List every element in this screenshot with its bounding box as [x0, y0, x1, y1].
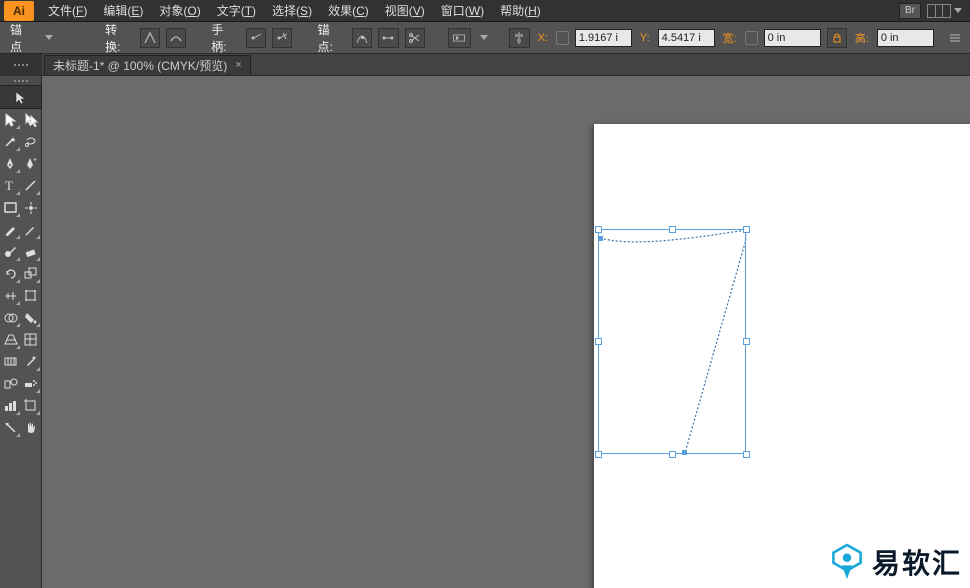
direct-selection-tool[interactable] [0, 108, 21, 130]
symbol-sprayer-tool[interactable] [21, 372, 42, 394]
canvas[interactable]: 易软汇 [42, 76, 970, 588]
menu-s[interactable]: 选择(S) [264, 0, 320, 22]
tool-panel: +T [0, 76, 42, 588]
h-label: 高: [855, 30, 869, 46]
toolpanel-grip[interactable] [0, 76, 41, 86]
menu-e[interactable]: 编辑(E) [95, 0, 151, 22]
selection-bounds [598, 229, 746, 454]
menu-f[interactable]: 文件(F) [40, 0, 95, 22]
document-tab-title: 未标题-1* @ 100% (CMYK/预览) [53, 57, 227, 74]
free-transform-tool[interactable] [21, 284, 42, 306]
menu-w[interactable]: 窗口(W) [433, 0, 492, 22]
handle-w[interactable] [595, 338, 602, 345]
wh-lock-icon[interactable] [827, 28, 847, 48]
slice-tool[interactable] [0, 416, 21, 438]
anchor-dropdown-icon[interactable] [42, 35, 53, 40]
w-label: 宽: [723, 30, 737, 46]
paintbrush-tool[interactable] [0, 218, 21, 240]
blob-brush-tool[interactable] [0, 240, 21, 262]
scale-tool[interactable] [21, 262, 42, 284]
magic-wand-tool[interactable] [0, 130, 21, 152]
svg-text:+: + [33, 157, 37, 164]
eraser-tool[interactable] [21, 240, 42, 262]
shape-builder-tool[interactable] [0, 306, 21, 328]
menu-h[interactable]: 帮助(H) [492, 0, 549, 22]
document-tabbar: 未标题-1* @ 100% (CMYK/预览) × [0, 54, 970, 76]
type-tool[interactable]: T [0, 174, 21, 196]
arrange-documents-button[interactable] [927, 4, 962, 18]
add-anchor-tool[interactable]: + [21, 152, 42, 174]
selection-tool[interactable] [0, 86, 41, 108]
handles-label: 手柄: [207, 21, 240, 55]
document-tab[interactable]: 未标题-1* @ 100% (CMYK/预览) × [44, 55, 251, 75]
column-graph-tool[interactable] [0, 394, 21, 416]
convert-label: 转换: [101, 21, 134, 55]
control-bar: 锚点 转换: 手柄: 锚点: X: 1.9167 i Y: 4.5417 i 宽… [0, 22, 970, 54]
close-tab-icon[interactable]: × [235, 59, 241, 71]
rotate-tool[interactable] [0, 262, 21, 284]
align-button[interactable] [509, 28, 529, 48]
anchor-start[interactable] [598, 236, 603, 241]
convert-corner-button[interactable] [140, 28, 160, 48]
rectangle-tool[interactable] [0, 196, 21, 218]
handle-se[interactable] [743, 451, 750, 458]
menu-v[interactable]: 视图(V) [377, 0, 433, 22]
handle-n[interactable] [669, 226, 676, 233]
hand-tool[interactable] [21, 416, 42, 438]
handle-sw[interactable] [595, 451, 602, 458]
width-tool[interactable] [0, 284, 21, 306]
hide-handles-button[interactable] [272, 28, 292, 48]
svg-text:T: T [5, 178, 13, 193]
convert-smooth-button[interactable] [166, 28, 186, 48]
perspective-tool[interactable] [0, 328, 21, 350]
menu-t[interactable]: 文字(T) [209, 0, 264, 22]
line-tool[interactable] [21, 174, 42, 196]
xy-link-icon[interactable] [556, 31, 569, 45]
live-paint-tool[interactable] [21, 306, 42, 328]
menu-c[interactable]: 效果(C) [320, 0, 377, 22]
y-input[interactable]: 4.5417 i [658, 29, 715, 47]
group-selection-tool[interactable] [21, 108, 42, 130]
blend-tool[interactable] [0, 372, 21, 394]
x-input[interactable]: 1.9167 i [575, 29, 632, 47]
handle-ne[interactable] [743, 226, 750, 233]
mesh-tool[interactable] [21, 328, 42, 350]
remove-anchor-button[interactable] [352, 28, 372, 48]
artboard-tool[interactable] [21, 394, 42, 416]
anchor-end[interactable] [682, 450, 687, 455]
bridge-chip[interactable]: Br [899, 3, 921, 19]
toolpanel-collapse-handle[interactable] [0, 54, 42, 76]
h-input[interactable]: 0 in [877, 29, 934, 47]
pen-tool[interactable] [0, 152, 21, 174]
selection-type-label: 锚点 [6, 21, 36, 55]
isolate-dropdown-icon[interactable] [477, 35, 488, 40]
pencil-tool[interactable] [21, 218, 42, 240]
isolate-button[interactable] [448, 28, 472, 48]
connect-anchor-button[interactable] [378, 28, 398, 48]
x-label: X: [538, 32, 548, 44]
controlbar-menu-icon[interactable] [946, 28, 964, 48]
handle-nw[interactable] [595, 226, 602, 233]
y-label: Y: [640, 32, 650, 44]
menubar: Ai 文件(F)编辑(E)对象(O)文字(T)选择(S)效果(C)视图(V)窗口… [0, 0, 970, 22]
gradient-tool[interactable] [0, 350, 21, 372]
show-handles-button[interactable] [246, 28, 266, 48]
flare-tool[interactable] [21, 196, 42, 218]
handle-s[interactable] [669, 451, 676, 458]
cut-path-button[interactable] [405, 28, 425, 48]
eyedropper-tool[interactable] [21, 350, 42, 372]
wh-link-icon[interactable] [745, 31, 758, 45]
w-input[interactable]: 0 in [764, 29, 821, 47]
lasso-tool[interactable] [21, 130, 42, 152]
menu-o[interactable]: 对象(O) [151, 0, 208, 22]
app-logo: Ai [4, 1, 34, 21]
anchors-label: 锚点: [313, 21, 346, 55]
handle-e[interactable] [743, 338, 750, 345]
